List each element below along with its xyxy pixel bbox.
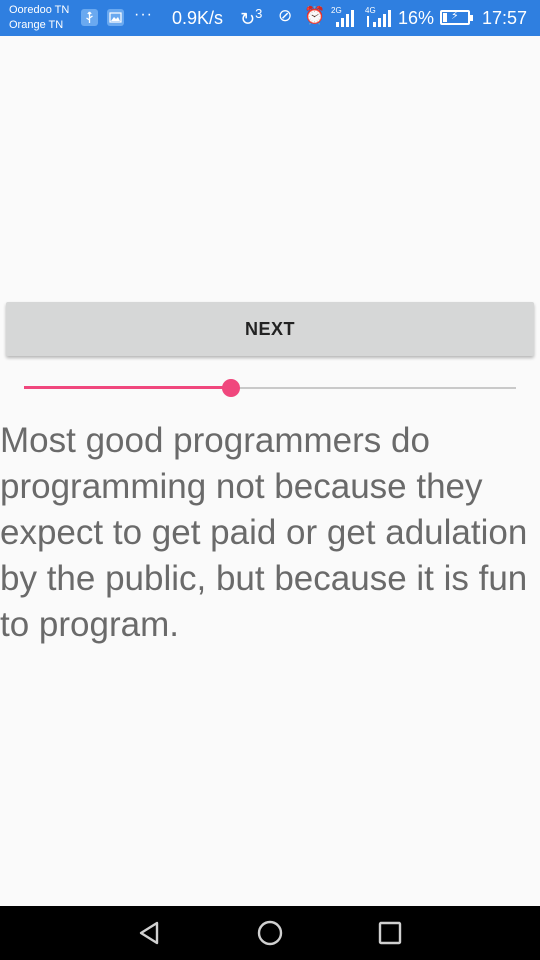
battery-percent: 16% <box>398 8 435 28</box>
home-icon[interactable] <box>255 918 285 948</box>
battery-level <box>443 13 447 22</box>
sync-icon: ↻3 <box>240 6 262 30</box>
signal-bars-1: 2G <box>331 6 354 27</box>
mute-icon: ⊘ <box>278 6 293 25</box>
gallery-icon <box>107 9 124 26</box>
next-button[interactable]: NEXT <box>6 302 534 356</box>
slider-thumb[interactable] <box>221 379 240 397</box>
network-2-label: 4G <box>365 6 376 15</box>
navigation-bar <box>0 906 540 960</box>
usb-icon <box>81 9 98 26</box>
progress-slider[interactable] <box>24 378 516 398</box>
signal-2-icon: 4G <box>364 4 396 35</box>
charging-icon: ⚡ <box>451 10 459 22</box>
battery-icon: ⚡ <box>440 10 473 25</box>
quote-text: Most good programmers do programming not… <box>0 421 528 644</box>
carrier-names: Ooredoo TN Orange TN <box>9 3 69 33</box>
carrier-2: Orange TN <box>9 19 64 31</box>
sync-symbol: ↻ <box>240 9 256 29</box>
network-speed: 0.9K/s <box>172 8 224 28</box>
clock: 17:57 <box>482 8 528 28</box>
back-icon[interactable] <box>135 918 165 948</box>
status-bar: Ooredoo TN Orange TN ··· 0.9K/s ↻3 ⊘ ⏰ 2… <box>0 0 540 36</box>
carrier-1: Ooredoo TN <box>9 4 70 16</box>
more-notifications-icon: ··· <box>134 6 153 23</box>
sync-count: 3 <box>255 6 263 21</box>
recents-icon[interactable] <box>375 918 405 948</box>
signal-bars-2: 4G <box>365 6 391 27</box>
alarm-icon: ⏰ <box>304 6 326 25</box>
slider-fill <box>24 386 231 389</box>
network-1-label: 2G <box>331 6 342 15</box>
signal-1-icon: 2G <box>330 4 358 35</box>
